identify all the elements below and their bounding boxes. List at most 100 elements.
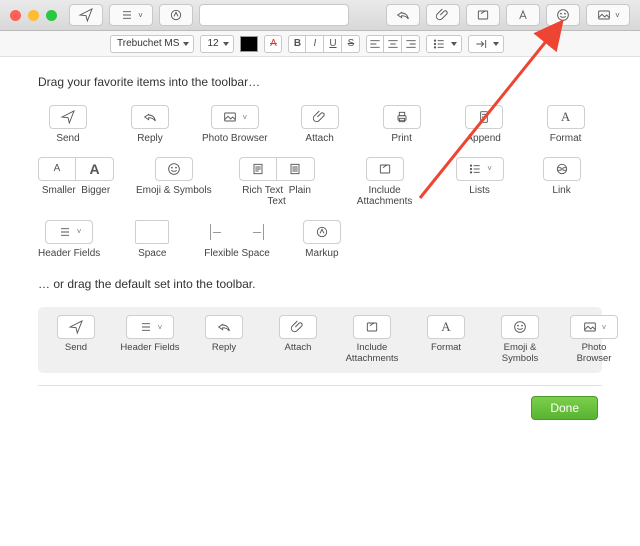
- strike-a-icon: A: [270, 38, 277, 49]
- item-space[interactable]: Space: [122, 220, 182, 260]
- label: Flexible Space: [204, 248, 270, 260]
- label: Header Fields: [38, 248, 100, 260]
- align-right-icon: [403, 36, 419, 52]
- label: Lists: [469, 185, 490, 197]
- label: Photo Browser: [564, 343, 624, 365]
- toolbar-include-attachments-button[interactable]: [466, 4, 500, 26]
- paper-plane-icon: [78, 7, 94, 23]
- item-flexible-space[interactable]: Flexible Space: [204, 220, 270, 260]
- richtext-icon: [250, 161, 266, 177]
- minimize-window-dot[interactable]: [28, 10, 39, 21]
- item-lists[interactable]: Lists: [450, 157, 510, 208]
- toolbar-send-button[interactable]: [69, 4, 103, 26]
- paper-plane-icon: [68, 319, 84, 335]
- label: Photo Browser: [202, 133, 268, 145]
- item-photo-browser[interactable]: Photo Browser: [202, 105, 268, 145]
- traffic-lights: [10, 10, 57, 21]
- toolbar-format-button[interactable]: [506, 4, 540, 26]
- label: Smaller Bigger: [42, 185, 110, 197]
- list-style-select[interactable]: [426, 35, 462, 53]
- available-grid: Send Reply Photo Browser Attach Print Ap…: [38, 105, 602, 259]
- style-segment: B I U S: [288, 35, 360, 53]
- label: Attach: [285, 343, 312, 354]
- item-include-attachments[interactable]: Include Attachments: [342, 157, 428, 208]
- item-send[interactable]: Send: [38, 105, 98, 145]
- bold-button[interactable]: B: [288, 35, 306, 53]
- align-left-button[interactable]: [366, 35, 384, 53]
- default-include-attachments: Include Attachments: [342, 315, 402, 365]
- item-print[interactable]: Print: [372, 105, 432, 145]
- align-segment: [366, 35, 420, 53]
- default-reply: Reply: [194, 315, 254, 354]
- label: Send: [56, 133, 79, 145]
- align-left-icon: [367, 36, 383, 52]
- available-heading: Drag your favorite items into the toolba…: [38, 75, 602, 89]
- default-header-fields: Header Fields: [120, 315, 180, 354]
- markup-icon: [168, 7, 184, 23]
- toolbar-subject-field[interactable]: [199, 4, 349, 26]
- align-right-button[interactable]: [402, 35, 420, 53]
- flexible-space-icon: [210, 224, 264, 240]
- paperclip-icon: [312, 109, 328, 125]
- item-emoji[interactable]: Emoji & Symbols: [136, 157, 212, 208]
- paperclip-icon: [435, 7, 451, 23]
- label: Reply: [212, 343, 236, 354]
- reply-arrow-icon: [142, 109, 158, 125]
- italic-button[interactable]: I: [306, 35, 324, 53]
- label: Print: [391, 133, 412, 145]
- toolbar-emoji-button[interactable]: [546, 4, 580, 26]
- toolbar-photo-browser-button[interactable]: [586, 4, 630, 26]
- default-photo-browser: Photo Browser: [564, 315, 624, 365]
- toolbar-markup-button[interactable]: [159, 4, 193, 26]
- reply-arrow-icon: [216, 319, 232, 335]
- item-markup[interactable]: Markup: [292, 220, 352, 260]
- list-icon: [138, 319, 154, 335]
- toolbar-attach-button[interactable]: [426, 4, 460, 26]
- item-reply[interactable]: Reply: [120, 105, 180, 145]
- item-append[interactable]: Append: [454, 105, 514, 145]
- align-center-button[interactable]: [384, 35, 402, 53]
- list-icon: [57, 224, 73, 240]
- item-rich-plain[interactable]: Rich Text Plain Text: [234, 157, 320, 208]
- strikethrough-button[interactable]: S: [342, 35, 360, 53]
- underline-button[interactable]: U: [324, 35, 342, 53]
- label: Space: [138, 248, 166, 260]
- toolbar-header-fields-button[interactable]: [109, 4, 153, 26]
- font-family-select[interactable]: Trebuchet MS: [110, 35, 194, 53]
- link-icon: [554, 161, 570, 177]
- text-color-swatch[interactable]: [240, 36, 258, 52]
- customize-toolbar-sheet: Drag your favorite items into the toolba…: [0, 57, 640, 420]
- item-link[interactable]: Link: [532, 157, 592, 208]
- align-center-icon: [385, 36, 401, 52]
- bullet-list-icon: [431, 36, 447, 52]
- zoom-window-dot[interactable]: [46, 10, 57, 21]
- item-smaller-bigger[interactable]: A A Smaller Bigger: [38, 157, 114, 208]
- item-header-fields[interactable]: Header Fields: [38, 220, 100, 260]
- letter-a-icon: [515, 7, 531, 23]
- font-family-value: Trebuchet MS: [117, 38, 179, 49]
- toolbar-reply-button[interactable]: [386, 4, 420, 26]
- done-button[interactable]: Done: [531, 396, 598, 420]
- indent-select[interactable]: [468, 35, 504, 53]
- font-size-select[interactable]: 12: [200, 35, 234, 53]
- list-icon: [119, 7, 135, 23]
- bullet-list-icon: [467, 161, 483, 177]
- label: Rich Text Plain Text: [234, 185, 320, 208]
- default-set-row[interactable]: Send Header Fields Reply Attach Include …: [38, 307, 602, 373]
- strike-color-button[interactable]: A: [264, 35, 282, 53]
- divider: [38, 385, 602, 386]
- small-a-icon: A: [54, 163, 61, 174]
- paperclip-icon: [290, 319, 306, 335]
- markup-icon: [314, 224, 330, 240]
- item-attach[interactable]: Attach: [290, 105, 350, 145]
- label: Include Attachments: [342, 185, 428, 208]
- item-format[interactable]: A Format: [536, 105, 596, 145]
- label: Attach: [305, 133, 333, 145]
- page-icon: [476, 109, 492, 125]
- close-window-dot[interactable]: [10, 10, 21, 21]
- indent-icon: [473, 36, 489, 52]
- default-format: A Format: [416, 315, 476, 354]
- reply-arrow-icon: [395, 7, 411, 23]
- letter-a-icon: A: [441, 319, 450, 335]
- include-attachments-icon: [475, 7, 491, 23]
